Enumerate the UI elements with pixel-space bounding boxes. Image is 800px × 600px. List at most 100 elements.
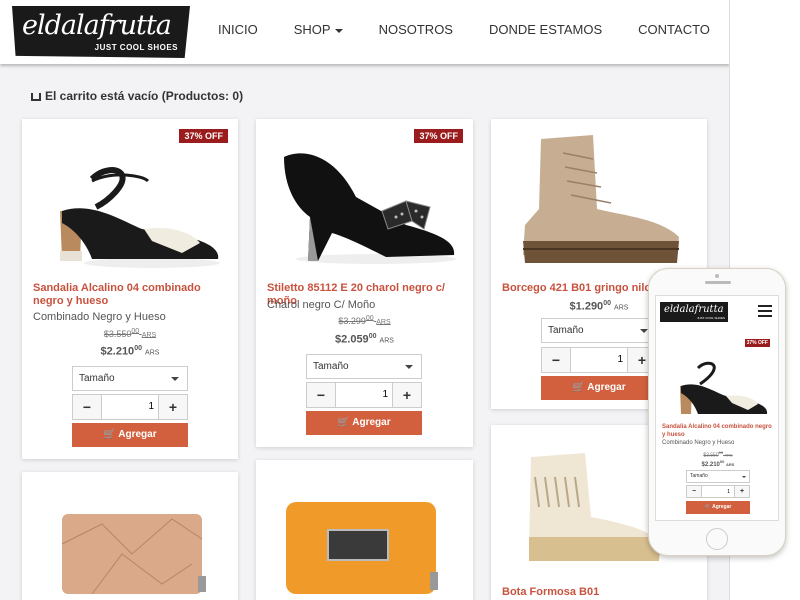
mobile-decrement-button[interactable]: − [687, 486, 701, 497]
quantity-stepper: − 1 + [72, 394, 188, 420]
mobile-old-price: $3.55000 ARS [656, 450, 778, 459]
increment-button[interactable]: + [159, 395, 187, 419]
cart-icon [31, 93, 41, 101]
brand-script: eldalafrutta [22, 10, 172, 41]
size-select[interactable]: Tamaño [72, 366, 188, 391]
chevron-down-icon [640, 329, 648, 333]
mobile-quantity-input[interactable]: 1 [701, 486, 735, 497]
nav-item-shop-label: SHOP [293, 22, 331, 37]
phone-speaker [705, 281, 731, 284]
hamburger-menu-icon[interactable] [758, 305, 772, 317]
product-image-boot[interactable] [501, 129, 697, 279]
cart-icon: 🛒 [103, 429, 119, 440]
nav-item-contacto[interactable]: CONTACTO [638, 22, 710, 37]
mobile-product-image[interactable] [664, 346, 772, 426]
decrement-button[interactable]: − [542, 348, 570, 372]
desktop-site: eldalafrutta JUST COOL SHOES INICIO SHOP… [0, 0, 730, 600]
size-select[interactable]: Tamaño [306, 354, 422, 379]
mobile-quantity-stepper: − 1 + [686, 485, 750, 498]
add-to-cart-button[interactable]: 🛒 Agregar [306, 411, 422, 435]
size-select-label: Tamaño [313, 361, 349, 372]
brand-logo[interactable]: eldalafrutta JUST COOL SHOES [12, 6, 190, 58]
cart-status[interactable]: El carrito está vacío (Productos: 0) [31, 89, 243, 103]
product-title[interactable]: Sandalia Alcalino 04 combinado negro y h… [33, 282, 228, 308]
sale-price-amount: $2.059 [335, 333, 369, 346]
mobile-sale-price-currency: ARS [726, 462, 735, 467]
quantity-stepper: − 1 + [306, 382, 422, 408]
mobile-size-select-label: Tamaño [690, 473, 708, 479]
add-to-cart-label: Agregar [587, 382, 626, 393]
sale-price-currency: ARS [145, 349, 160, 357]
add-to-cart-label: Agregar [118, 429, 157, 440]
add-to-cart-button[interactable]: 🛒 Agregar [72, 423, 188, 447]
sale-price-cents: 00 [134, 345, 142, 352]
mobile-product-variant: Combinado Negro y Hueso [662, 440, 735, 446]
quantity-input[interactable]: 1 [101, 395, 159, 419]
product-card-wallet-orange [256, 460, 473, 600]
quantity-input[interactable]: 1 [335, 383, 393, 407]
chevron-down-icon [742, 476, 746, 478]
product-image-stiletto[interactable] [266, 137, 463, 277]
mobile-brand-tagline: JUST COOL SHOES [696, 316, 725, 320]
brand-tagline: JUST COOL SHOES [94, 43, 178, 52]
nav-item-nosotros[interactable]: NOSOTROS [379, 22, 453, 37]
sale-price-currency: ARS [379, 337, 394, 345]
mobile-size-select[interactable]: Tamaño [686, 470, 750, 483]
mobile-brand-logo[interactable]: eldalafrutta JUST COOL SHOES [660, 302, 728, 322]
sale-price: $2.05900 ARS [256, 333, 473, 346]
cart-icon: 🛒 [572, 382, 588, 393]
mobile-old-price-cents: 00 [718, 450, 724, 455]
nav-item-donde-estamos[interactable]: DONDE ESTAMOS [489, 22, 602, 37]
product-card-stiletto: 37% OFF Stiletto 85112 E 20 charol negro… [256, 119, 473, 447]
old-price-currency: ARS [376, 319, 391, 326]
sale-price-currency: ARS [614, 304, 629, 312]
add-to-cart-label: Agregar [352, 417, 391, 428]
product-variant: Combinado Negro y Hueso [33, 311, 166, 323]
increment-button[interactable]: + [393, 383, 421, 407]
mobile-old-price-currency: ARS [724, 452, 733, 458]
cart-status-text: El carrito está vacío (Productos: 0) [45, 89, 244, 103]
mobile-product-title[interactable]: Sandalia Alcalino 04 combinado negro y h… [662, 423, 774, 439]
old-price-cents: 00 [365, 315, 374, 322]
sale-price: $2.21000 ARS [22, 345, 238, 358]
sale-price-amount: $2.210 [100, 345, 135, 358]
cart-icon: 🛒 [337, 417, 353, 428]
sale-price-cents: 00 [603, 300, 611, 307]
mobile-increment-button[interactable]: + [735, 486, 749, 497]
quantity-stepper: − 1 + [541, 347, 657, 373]
product-card-wallet-nude [22, 472, 238, 600]
old-price: $3.29900 ARS [256, 315, 473, 326]
mobile-brand-script: eldalafrutta [664, 304, 724, 315]
product-title[interactable]: Bota Formosa B01 [502, 586, 697, 599]
old-price-amount: $3.299 [338, 316, 366, 326]
size-select-label: Tamaño [79, 373, 115, 384]
mobile-sale-price: $2.21000 ARS [656, 459, 778, 468]
product-variant: Charol negro C/ Moño [267, 299, 376, 311]
nav-item-shop[interactable]: SHOP [294, 22, 343, 37]
product-card-sandalia: 37% OFF Sandalia Alcalino 04 combinado n… [22, 119, 238, 459]
old-price-currency: ARS [141, 332, 157, 339]
add-to-cart-button[interactable]: 🛒 Agregar [541, 376, 657, 400]
quantity-input[interactable]: 1 [570, 348, 628, 372]
product-image-wallet-orange[interactable] [266, 472, 463, 600]
product-image-wallet-nude[interactable] [32, 484, 228, 594]
decrement-button[interactable]: − [73, 395, 101, 419]
old-price-cents: 00 [131, 328, 140, 335]
size-select[interactable]: Tamaño [541, 318, 657, 343]
mobile-sale-price-amount: $2.210 [701, 462, 720, 468]
size-select-label: Tamaño [548, 325, 584, 336]
sale-price-amount: $1.290 [569, 300, 604, 313]
mobile-add-to-cart-label: Agregar [712, 504, 732, 510]
decrement-button[interactable]: − [307, 383, 335, 407]
chevron-down-icon [405, 365, 413, 369]
mobile-old-price-amount: $3.550 [703, 452, 719, 459]
old-price-amount: $3.550 [103, 329, 132, 339]
header-bar: eldalafrutta JUST COOL SHOES INICIO SHOP… [0, 0, 729, 64]
nav-item-inicio[interactable]: INICIO [218, 22, 258, 37]
phone-mockup: eldalafrutta JUST COOL SHOES 37% OFF San… [648, 268, 786, 556]
product-image-sandal[interactable] [32, 141, 228, 281]
mobile-add-to-cart-button[interactable]: 🛒 Agregar [686, 501, 750, 514]
mobile-sale-price-cents: 00 [719, 459, 725, 464]
old-price: $3.55000 ARS [22, 328, 238, 339]
chevron-down-icon [171, 377, 179, 381]
